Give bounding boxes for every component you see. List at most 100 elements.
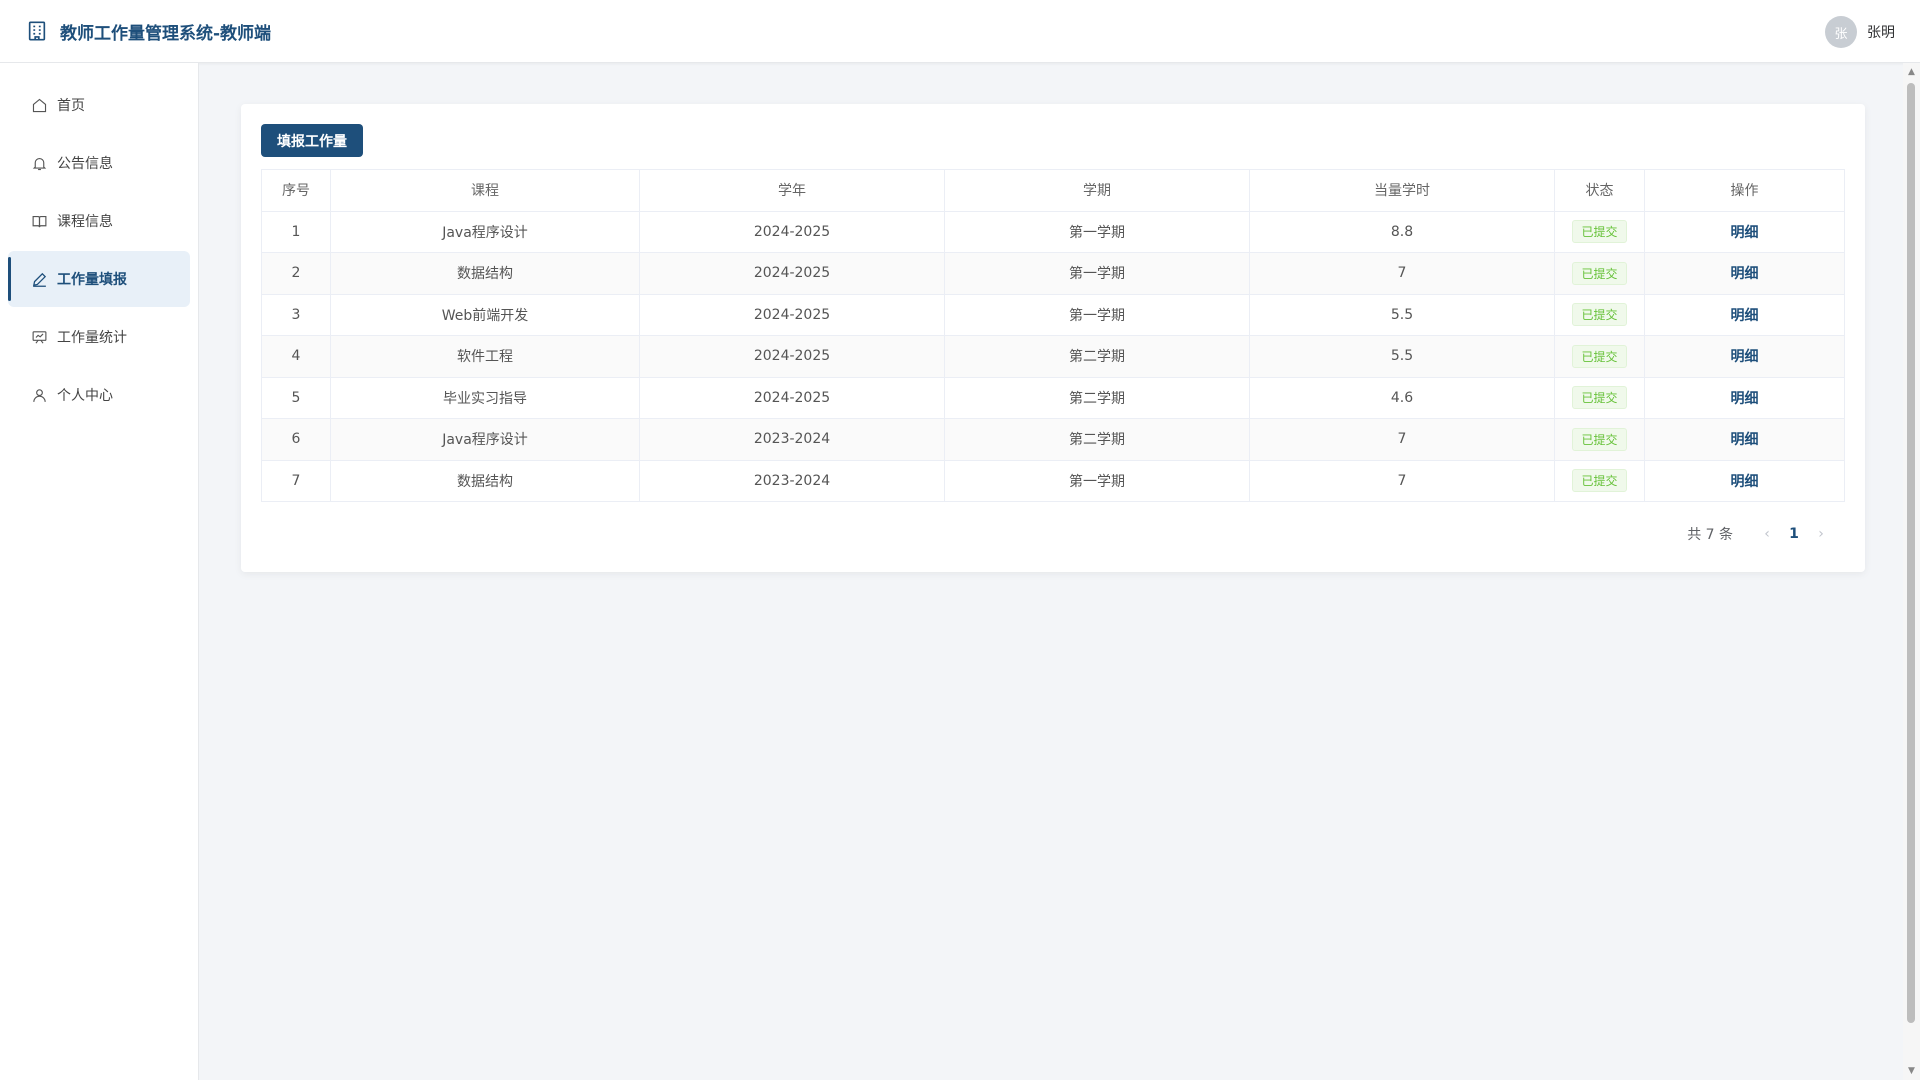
cell-hours: 5.5 bbox=[1249, 335, 1555, 378]
scroll-up-icon[interactable]: ▲ bbox=[1903, 65, 1920, 79]
cell-course: Java程序设计 bbox=[330, 418, 640, 461]
cell-hours: 7 bbox=[1249, 459, 1555, 502]
cell-action: 明细 bbox=[1644, 376, 1845, 419]
detail-link[interactable]: 明细 bbox=[1731, 349, 1759, 365]
cell-hours: 7 bbox=[1249, 252, 1555, 295]
column-header-status: 状态 bbox=[1554, 169, 1645, 212]
table-row: 3 Web前端开发 2024-2025 第一学期 5.5 已提交 明细 bbox=[261, 293, 1845, 336]
cell-term: 第一学期 bbox=[944, 293, 1250, 336]
cell-term: 第一学期 bbox=[944, 210, 1250, 253]
user-menu[interactable]: 张 张明 bbox=[1825, 16, 1895, 48]
cell-hours: 8.8 bbox=[1249, 210, 1555, 253]
cell-status: 已提交 bbox=[1554, 252, 1645, 295]
column-header-year: 学年 bbox=[639, 169, 945, 212]
cell-year: 2024-2025 bbox=[639, 335, 945, 378]
cell-action: 明细 bbox=[1644, 252, 1845, 295]
cell-term: 第二学期 bbox=[944, 335, 1250, 378]
cell-hours: 5.5 bbox=[1249, 293, 1555, 336]
sidebar-item-label: 工作量填报 bbox=[57, 272, 127, 288]
cell-action: 明细 bbox=[1644, 210, 1845, 253]
workload-table: 序号 课程 学年 学期 当量学时 状态 操作 1 Java程序设计 2024-2… bbox=[261, 169, 1845, 502]
avatar[interactable]: 张 bbox=[1825, 16, 1857, 48]
cell-index: 6 bbox=[261, 418, 331, 461]
status-badge: 已提交 bbox=[1572, 386, 1627, 410]
cell-index: 3 bbox=[261, 293, 331, 336]
sidebar-item-label: 课程信息 bbox=[57, 214, 113, 230]
detail-link[interactable]: 明细 bbox=[1731, 474, 1759, 490]
sidebar-item-label: 首页 bbox=[57, 98, 85, 114]
cell-index: 4 bbox=[261, 335, 331, 378]
status-badge: 已提交 bbox=[1572, 303, 1627, 327]
cell-course: Java程序设计 bbox=[330, 210, 640, 253]
table-header-row: 序号 课程 学年 学期 当量学时 状态 操作 bbox=[261, 169, 1845, 212]
cell-year: 2024-2025 bbox=[639, 376, 945, 419]
sidebar-item-label: 工作量统计 bbox=[57, 330, 127, 346]
cell-course: 数据结构 bbox=[330, 252, 640, 295]
cell-term: 第一学期 bbox=[944, 459, 1250, 502]
cell-action: 明细 bbox=[1644, 335, 1845, 378]
cell-action: 明细 bbox=[1644, 418, 1845, 461]
table-row: 7 数据结构 2023-2024 第一学期 7 已提交 明细 bbox=[261, 459, 1845, 502]
sidebar-item-profile[interactable]: 个人中心 bbox=[8, 367, 190, 423]
status-badge: 已提交 bbox=[1572, 220, 1627, 244]
chevron-right-icon[interactable]: › bbox=[1809, 526, 1833, 542]
cell-status: 已提交 bbox=[1554, 376, 1645, 419]
detail-link[interactable]: 明细 bbox=[1731, 432, 1759, 448]
vertical-scrollbar[interactable]: ▲ ▼ bbox=[1903, 63, 1920, 1080]
building-icon bbox=[26, 20, 48, 42]
sidebar-item-workload-statistics[interactable]: 工作量统计 bbox=[8, 309, 190, 365]
status-badge: 已提交 bbox=[1572, 261, 1627, 285]
detail-link[interactable]: 明细 bbox=[1731, 225, 1759, 241]
workload-card: 填报工作量 序号 课程 学年 学期 当量学时 状态 操作 1 Java程序设计 … bbox=[241, 104, 1865, 572]
cell-course: 软件工程 bbox=[330, 335, 640, 378]
cell-status: 已提交 bbox=[1554, 459, 1645, 502]
cell-hours: 7 bbox=[1249, 418, 1555, 461]
table-row: 5 毕业实习指导 2024-2025 第二学期 4.6 已提交 明细 bbox=[261, 376, 1845, 419]
pagination-total: 共 7 条 bbox=[1687, 527, 1733, 543]
cell-status: 已提交 bbox=[1554, 418, 1645, 461]
cell-course: 毕业实习指导 bbox=[330, 376, 640, 419]
cell-term: 第二学期 bbox=[944, 376, 1250, 419]
edit-icon bbox=[31, 271, 48, 288]
cell-status: 已提交 bbox=[1554, 210, 1645, 253]
table-row: 6 Java程序设计 2023-2024 第二学期 7 已提交 明细 bbox=[261, 418, 1845, 461]
cell-year: 2024-2025 bbox=[639, 252, 945, 295]
sidebar-item-home[interactable]: 首页 bbox=[8, 77, 190, 133]
table-row: 2 数据结构 2024-2025 第一学期 7 已提交 明细 bbox=[261, 252, 1845, 295]
sidebar: 首页 公告信息 课程信息 工作量填报 工作量统计 个人中心 bbox=[0, 63, 199, 1080]
home-icon bbox=[31, 97, 48, 114]
cell-index: 5 bbox=[261, 376, 331, 419]
cell-year: 2024-2025 bbox=[639, 210, 945, 253]
cell-year: 2023-2024 bbox=[639, 418, 945, 461]
status-badge: 已提交 bbox=[1572, 469, 1627, 493]
detail-link[interactable]: 明细 bbox=[1731, 308, 1759, 324]
sidebar-item-workload-report[interactable]: 工作量填报 bbox=[8, 251, 190, 307]
scroll-down-icon[interactable]: ▼ bbox=[1903, 1064, 1920, 1078]
cell-action: 明细 bbox=[1644, 459, 1845, 502]
scrollbar-thumb[interactable] bbox=[1907, 83, 1915, 1023]
user-name[interactable]: 张明 bbox=[1867, 22, 1895, 42]
chevron-left-icon[interactable]: ‹ bbox=[1755, 526, 1779, 542]
status-badge: 已提交 bbox=[1572, 344, 1627, 368]
column-header-term: 学期 bbox=[944, 169, 1250, 212]
sidebar-item-announcements[interactable]: 公告信息 bbox=[8, 135, 190, 191]
brand: 教师工作量管理系统-教师端 bbox=[26, 19, 271, 44]
cell-index: 7 bbox=[261, 459, 331, 502]
detail-link[interactable]: 明细 bbox=[1731, 391, 1759, 407]
cell-term: 第一学期 bbox=[944, 252, 1250, 295]
chart-board-icon bbox=[31, 329, 48, 346]
status-badge: 已提交 bbox=[1572, 427, 1627, 451]
cell-year: 2024-2025 bbox=[639, 293, 945, 336]
cell-term: 第二学期 bbox=[944, 418, 1250, 461]
cell-course: Web前端开发 bbox=[330, 293, 640, 336]
column-header-course: 课程 bbox=[330, 169, 640, 212]
cell-hours: 4.6 bbox=[1249, 376, 1555, 419]
sidebar-item-courses[interactable]: 课程信息 bbox=[8, 193, 190, 249]
table-row: 4 软件工程 2024-2025 第二学期 5.5 已提交 明细 bbox=[261, 335, 1845, 378]
column-header-hours: 当量学时 bbox=[1249, 169, 1555, 212]
report-workload-button[interactable]: 填报工作量 bbox=[261, 124, 363, 157]
cell-course: 数据结构 bbox=[330, 459, 640, 502]
pagination-page[interactable]: 1 bbox=[1779, 526, 1809, 542]
bell-icon bbox=[31, 155, 48, 172]
detail-link[interactable]: 明细 bbox=[1731, 266, 1759, 282]
